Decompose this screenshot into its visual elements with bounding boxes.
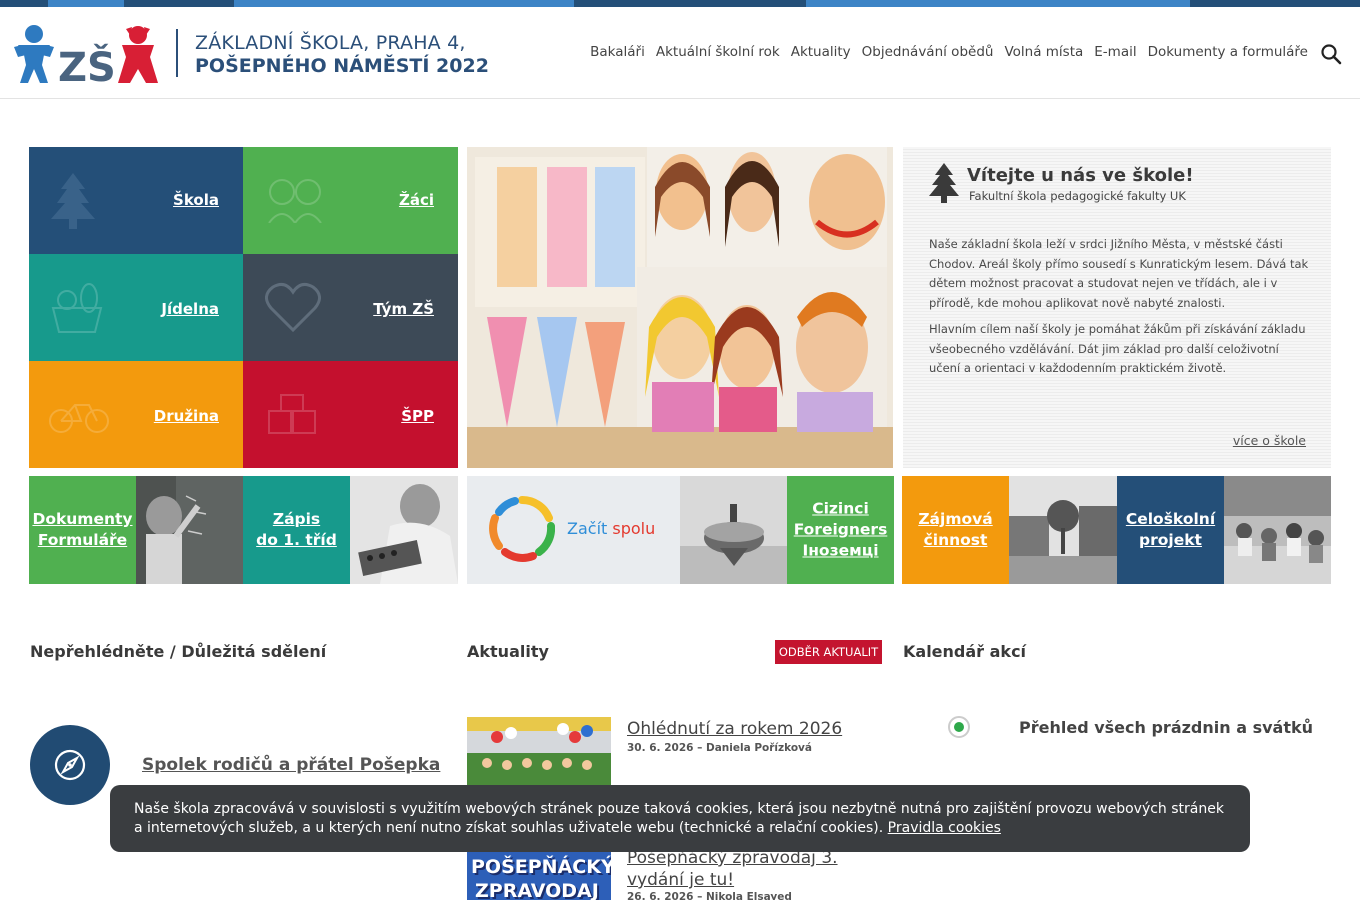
nav-item-lunch-orders[interactable]: Objednávání obědů	[862, 44, 994, 60]
tile-label-school-project: Celoškolní projekt	[1117, 509, 1224, 551]
tree-icon	[51, 173, 95, 229]
tile-skola[interactable]: Škola	[29, 147, 243, 254]
documents-line2: Formuláře	[37, 531, 128, 549]
tile-label-spp: ŠPP	[401, 407, 434, 425]
tile-label-jidelna: Jídelna	[161, 300, 219, 318]
tile-label-skola: Škola	[173, 191, 219, 209]
school-name-line1: ZÁKLADNÍ ŠKOLA, PRAHA 4,	[195, 32, 466, 54]
compass-badge	[30, 725, 110, 805]
zacit-spolu-logo-icon	[489, 496, 555, 562]
school-name-line2: POŠEPNÉHO NÁMĚSTÍ 2022	[195, 55, 489, 77]
svg-text:ZŠ: ZŠ	[58, 43, 116, 85]
tile-enrollment[interactable]: Zápis do 1. tříd	[243, 476, 350, 584]
school-drawings-photo	[467, 147, 893, 468]
top-color-strip	[0, 0, 1360, 7]
news-thumb-2-text-1: POŠEPŇÁCKÝ	[471, 856, 611, 878]
tile-zaci[interactable]: Žáci	[243, 147, 458, 254]
fruit-basket-icon	[51, 283, 103, 333]
tile-druzina[interactable]: Družina	[29, 361, 243, 468]
tile-documents[interactable]: Dokumenty Formuláře	[29, 476, 136, 584]
blocks-icon	[268, 394, 316, 434]
nav-item-documents[interactable]: Dokumenty a formuláře	[1148, 44, 1308, 60]
tile-activities[interactable]: Zájmová činnost	[902, 476, 1009, 584]
news-thumb-1[interactable]	[467, 717, 611, 787]
holidays-overview-link[interactable]: Přehled všech prázdnin a svátků	[1019, 718, 1313, 737]
main-nav: Bakaláři Aktuální školní rok Aktuality O…	[590, 44, 1308, 60]
welcome-paragraph-2: Hlavním cílem naší školy je pomáhat žáků…	[929, 322, 1306, 375]
news-title-2[interactable]: Pošepňácký zpravodaj 3. vydání je tu!	[627, 847, 867, 891]
painting-child-photo	[350, 476, 458, 584]
news-section-title: Aktuality	[467, 642, 549, 661]
tile-spp[interactable]: ŠPP	[243, 361, 458, 468]
more-about-school-link[interactable]: více o škole	[1233, 433, 1306, 448]
nav-item-school-year[interactable]: Aktuální školní rok	[656, 44, 780, 60]
welcome-box: Vítejte u nás ve škole! Fakultní škola p…	[903, 147, 1331, 468]
news-thumb-2[interactable]: POŠEPŇÁCKÝ ZPRAVODAJ	[467, 846, 611, 900]
tile-label-enrollment: Zápis do 1. tříd	[243, 509, 350, 551]
chalkboard-photo	[136, 476, 243, 584]
tile-label-activities: Zájmová činnost	[902, 509, 1009, 551]
school-building-photo	[1009, 476, 1117, 584]
welcome-title: Vítejte u nás ve škole!	[967, 165, 1194, 186]
cookie-text: Naše škola zpracovává v souvislosti s vy…	[134, 801, 1224, 836]
heart-icon	[265, 282, 321, 332]
bicycle-icon	[49, 404, 109, 433]
tile-label-foreigners: Cizinci Foreigners Іноземці	[787, 499, 894, 562]
nav-item-news[interactable]: Aktuality	[791, 44, 851, 60]
tile-label-zaci: Žáci	[398, 191, 434, 209]
foreigners-line2: Foreigners	[793, 520, 888, 539]
calendar-item-marker	[948, 716, 970, 738]
zacit-spolu-brand: Začít spolu	[567, 519, 655, 538]
enrollment-line2: do 1. tříd	[256, 531, 337, 549]
foreigners-line3: Іноземці	[802, 541, 879, 560]
tile-foreigners[interactable]: Cizinci Foreigners Іноземці	[787, 476, 894, 584]
tile-tym[interactable]: Tým ZŠ	[243, 254, 458, 361]
project-line2: projekt	[1139, 531, 1202, 549]
news-meta-1: 30. 6. 2026 – Daniela Pořízková	[627, 742, 812, 754]
tile-label-tym: Tým ZŠ	[373, 300, 434, 318]
nav-item-email[interactable]: E-mail	[1094, 44, 1136, 60]
documents-line1: Dokumenty	[32, 510, 133, 528]
logo-divider	[176, 29, 178, 77]
news-thumb-2-text-2: ZPRAVODAJ	[475, 880, 599, 900]
activities-line2: činnost	[923, 531, 988, 549]
nav-item-vacancies[interactable]: Volná místa	[1004, 44, 1083, 60]
welcome-paragraph-1: Naše základní škola leží v srdci Jižního…	[929, 237, 1309, 310]
foreigners-line1: Cizinci	[812, 499, 869, 518]
spinning-top-photo	[680, 476, 787, 584]
school-logo-icon: ZŠ	[14, 25, 158, 91]
zacit-brand-word1: Začít	[567, 519, 608, 538]
activities-line1: Zájmová	[918, 510, 993, 528]
project-line1: Celoškolní	[1125, 510, 1216, 528]
parents-association-link[interactable]: Spolek rodičů a přátel Pošepka	[142, 755, 440, 775]
tile-label-documents: Dokumenty Formuláře	[29, 509, 136, 551]
news-title-1[interactable]: Ohlédnutí za rokem 2026	[627, 718, 867, 740]
site-header: ZŠ ZÁKLADNÍ ŠKOLA, PRAHA 4, POŠEPNÉHO NÁ…	[0, 7, 1360, 99]
tile-school-project[interactable]: Celoškolní projekt	[1117, 476, 1224, 584]
enrollment-line1: Zápis	[272, 510, 321, 528]
welcome-subtitle: Fakultní škola pedagogické fakulty UK	[969, 189, 1186, 203]
news-meta-2: 26. 6. 2026 – Nikola Elsayed	[627, 891, 792, 900]
search-icon	[1321, 44, 1342, 65]
tree-icon	[929, 163, 959, 203]
children-icon	[268, 179, 322, 223]
calendar-section-title: Kalendář akcí	[903, 642, 1027, 661]
cookie-policy-link[interactable]: Pravidla cookies	[888, 820, 1001, 836]
zacit-brand-word2: spolu	[612, 519, 656, 538]
school-logo[interactable]: ZŠ	[14, 23, 160, 91]
compass-icon	[54, 749, 86, 781]
cookie-banner: Naše škola zpracovává v souvislosti s vy…	[110, 785, 1250, 852]
subscribe-news-button[interactable]: ODBĚR AKTUALIT	[775, 640, 882, 664]
tile-label-druzina: Družina	[153, 407, 219, 425]
tile-jidelna[interactable]: Jídelna	[29, 254, 243, 361]
important-section-title: Nepřehlédněte / Důležitá sdělení	[30, 642, 327, 661]
search-button[interactable]	[1320, 43, 1342, 65]
school-name[interactable]: ZÁKLADNÍ ŠKOLA, PRAHA 4, POŠEPNÉHO NÁMĚS…	[195, 32, 489, 78]
tile-zacit-spolu[interactable]: Začít spolu	[467, 476, 680, 584]
children-group-photo	[1224, 476, 1331, 584]
nav-item-bakalari[interactable]: Bakaláři	[590, 44, 645, 60]
